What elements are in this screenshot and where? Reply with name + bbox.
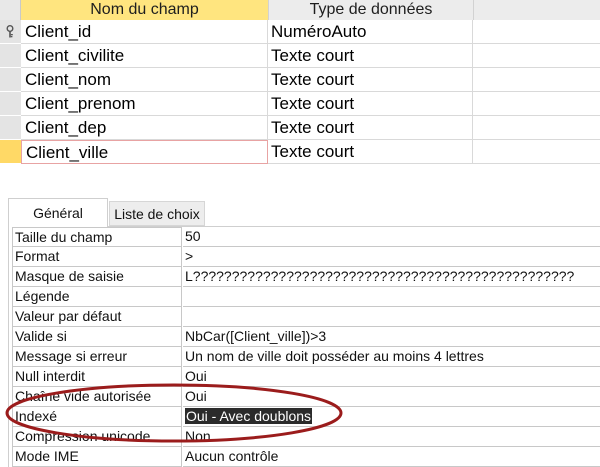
data-type-cell[interactable]: Texte court <box>268 116 473 140</box>
property-label: Mode IME <box>12 447 182 467</box>
property-row[interactable]: Valide si NbCar([Client_ville])>3 <box>12 327 600 347</box>
property-label: Indexé <box>12 407 182 427</box>
field-name-column-header[interactable]: Nom du champ <box>21 0 268 20</box>
property-row[interactable]: Valeur par défaut <box>12 307 600 327</box>
description-column-header[interactable] <box>473 0 600 20</box>
row-selector[interactable] <box>0 68 21 92</box>
description-cell[interactable] <box>473 116 600 140</box>
property-label: Compression unicode <box>12 427 182 447</box>
property-row[interactable]: Mode IME Aucun contrôle <box>12 447 600 467</box>
property-value[interactable] <box>183 307 600 327</box>
tab-lookup[interactable]: Liste de choix <box>109 201 205 226</box>
property-value[interactable]: L???????????????????????????????????????… <box>183 267 600 287</box>
row-selector-header <box>0 0 21 20</box>
row-selector[interactable] <box>0 92 21 116</box>
property-value[interactable]: 50 <box>183 227 600 247</box>
data-type-column-header[interactable]: Type de données <box>268 0 473 20</box>
property-value[interactable]: > <box>183 247 600 267</box>
property-row[interactable]: Format > <box>12 247 600 267</box>
property-value[interactable]: Non <box>183 427 600 447</box>
data-type-cell[interactable]: Texte court <box>268 44 473 68</box>
description-cell[interactable] <box>473 20 600 44</box>
data-type-cell[interactable]: Texte court <box>268 140 473 164</box>
property-label: Format <box>12 247 182 267</box>
property-label: Null interdit <box>12 367 182 387</box>
property-row-indexed[interactable]: Indexé Oui - Avec doublons <box>12 407 600 427</box>
property-label: Taille du champ <box>12 227 182 247</box>
property-label: Masque de saisie <box>12 267 182 287</box>
field-name-cell[interactable]: Client_id <box>21 20 268 44</box>
tab-general[interactable]: Général <box>8 198 108 227</box>
property-value[interactable]: Aucun contrôle <box>183 447 600 467</box>
field-row[interactable]: Client_dep Texte court <box>0 116 600 140</box>
description-cell[interactable] <box>473 68 600 92</box>
field-name-cell[interactable]: Client_dep <box>21 116 268 140</box>
property-value[interactable]: Oui <box>183 387 600 407</box>
property-row[interactable]: Null interdit Oui <box>12 367 600 387</box>
data-type-cell[interactable]: NuméroAuto <box>268 20 473 44</box>
property-label: Chaîne vide autorisée <box>12 387 182 407</box>
row-selector[interactable] <box>0 20 21 44</box>
field-row-selected[interactable]: Client_ville Texte court <box>0 140 600 164</box>
selected-value-highlight[interactable]: Oui - Avec doublons <box>185 408 313 424</box>
field-name-cell[interactable]: Client_ville <box>21 140 268 164</box>
property-row[interactable]: Légende <box>12 287 600 307</box>
field-row[interactable]: Client_nom Texte court <box>0 68 600 92</box>
field-row[interactable]: Client_prenom Texte court <box>0 92 600 116</box>
property-row[interactable]: Masque de saisie L??????????????????????… <box>12 267 600 287</box>
data-type-cell[interactable]: Texte court <box>268 68 473 92</box>
property-label: Valeur par défaut <box>12 307 182 327</box>
description-cell[interactable] <box>473 44 600 68</box>
field-row[interactable]: Client_civilite Texte court <box>0 44 600 68</box>
data-type-cell[interactable]: Texte court <box>268 92 473 116</box>
property-value[interactable] <box>183 287 600 307</box>
property-row[interactable]: Message si erreur Un nom de ville doit p… <box>12 347 600 367</box>
field-grid: Nom du champ Type de données Client_id N… <box>0 0 600 164</box>
property-label: Valide si <box>12 327 182 347</box>
row-selector-active[interactable] <box>0 140 21 164</box>
field-name-cell[interactable]: Client_civilite <box>21 44 268 68</box>
property-value[interactable]: NbCar([Client_ville])>3 <box>183 327 600 347</box>
field-row[interactable]: Client_id NuméroAuto <box>0 20 600 44</box>
field-name-cell[interactable]: Client_prenom <box>21 92 268 116</box>
description-cell[interactable] <box>473 140 600 164</box>
property-row[interactable]: Taille du champ 50 <box>12 227 600 247</box>
key-icon <box>6 25 14 38</box>
property-row[interactable]: Compression unicode Non <box>12 427 600 447</box>
description-cell[interactable] <box>473 92 600 116</box>
property-row[interactable]: Chaîne vide autorisée Oui <box>12 387 600 407</box>
property-label: Légende <box>12 287 182 307</box>
row-selector[interactable] <box>0 116 21 140</box>
property-label: Message si erreur <box>12 347 182 367</box>
property-value[interactable]: Un nom de ville doit posséder au moins 4… <box>183 347 600 367</box>
property-value[interactable]: Oui <box>183 367 600 387</box>
field-name-cell[interactable]: Client_nom <box>21 68 268 92</box>
row-selector[interactable] <box>0 44 21 68</box>
property-value[interactable]: Oui - Avec doublons <box>183 407 600 427</box>
